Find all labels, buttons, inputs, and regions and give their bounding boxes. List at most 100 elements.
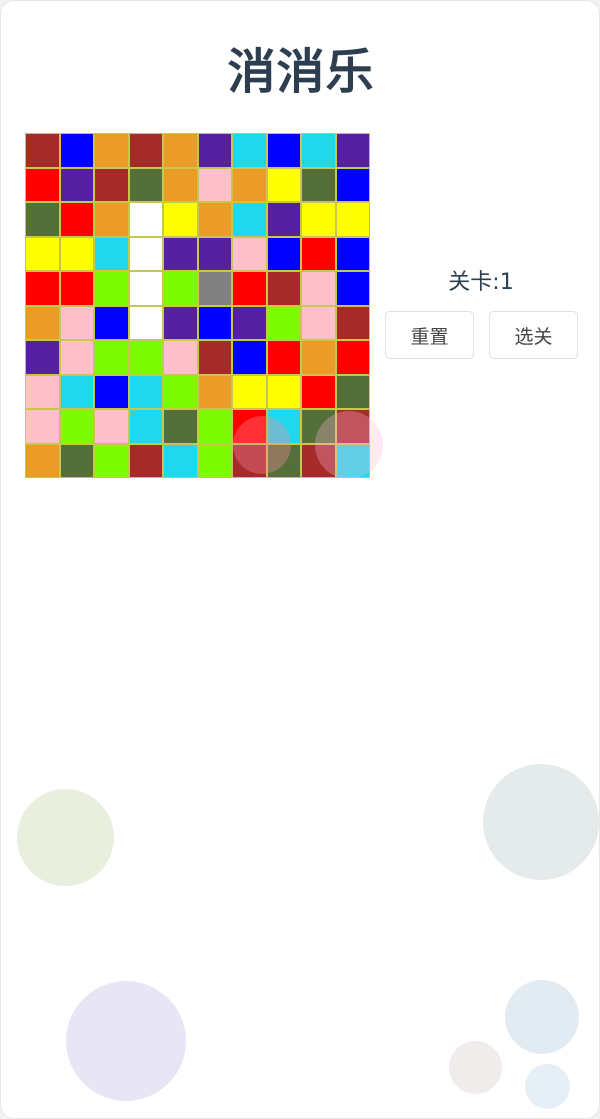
board-tile[interactable] [128, 133, 163, 168]
board-tile[interactable] [128, 409, 163, 444]
board-tile[interactable] [266, 409, 301, 444]
board-tile[interactable] [266, 305, 301, 340]
board-tile[interactable] [25, 236, 60, 271]
board-tile[interactable] [197, 340, 232, 375]
board-tile[interactable] [163, 305, 198, 340]
board-tile[interactable] [128, 202, 163, 237]
board-tile[interactable] [266, 271, 301, 306]
board-tile[interactable] [25, 202, 60, 237]
board-tile[interactable] [197, 167, 232, 202]
board-tile[interactable] [197, 305, 232, 340]
board-tile[interactable] [59, 202, 94, 237]
board-tile[interactable] [266, 374, 301, 409]
board-tile[interactable] [94, 374, 129, 409]
board-tile[interactable] [232, 133, 267, 168]
board-tile[interactable] [94, 443, 129, 478]
board-tile[interactable] [197, 236, 232, 271]
board-tile[interactable] [163, 340, 198, 375]
board-tile[interactable] [197, 374, 232, 409]
board-tile[interactable] [25, 305, 60, 340]
board-tile[interactable] [335, 202, 370, 237]
board-tile[interactable] [335, 271, 370, 306]
board-tile[interactable] [59, 340, 94, 375]
board-tile[interactable] [128, 374, 163, 409]
board-tile[interactable] [301, 167, 336, 202]
board-tile[interactable] [335, 340, 370, 375]
board-tile[interactable] [197, 202, 232, 237]
board-tile[interactable] [128, 305, 163, 340]
board-tile[interactable] [301, 202, 336, 237]
board-tile[interactable] [335, 443, 370, 478]
board-tile[interactable] [128, 271, 163, 306]
board-tile[interactable] [301, 409, 336, 444]
board-tile[interactable] [25, 443, 60, 478]
board-tile[interactable] [232, 409, 267, 444]
board-tile[interactable] [94, 271, 129, 306]
board-tile[interactable] [232, 271, 267, 306]
board-tile[interactable] [266, 133, 301, 168]
board-tile[interactable] [335, 305, 370, 340]
board-tile[interactable] [232, 374, 267, 409]
board-tile[interactable] [128, 443, 163, 478]
board-tile[interactable] [266, 340, 301, 375]
board-tile[interactable] [232, 236, 267, 271]
board-tile[interactable] [301, 271, 336, 306]
board-tile[interactable] [232, 305, 267, 340]
board-tile[interactable] [59, 409, 94, 444]
board-tile[interactable] [94, 133, 129, 168]
reset-button[interactable]: 重置 [385, 311, 474, 359]
select-level-button[interactable]: 选关 [489, 311, 578, 359]
board-tile[interactable] [128, 340, 163, 375]
board-tile[interactable] [301, 443, 336, 478]
board-tile[interactable] [335, 236, 370, 271]
board-tile[interactable] [335, 133, 370, 168]
board-tile[interactable] [266, 443, 301, 478]
board-tile[interactable] [301, 340, 336, 375]
board-tile[interactable] [94, 409, 129, 444]
board-tile[interactable] [197, 271, 232, 306]
board-tile[interactable] [59, 271, 94, 306]
board-tile[interactable] [59, 374, 94, 409]
board-tile[interactable] [266, 236, 301, 271]
board-tile[interactable] [25, 133, 60, 168]
board-tile[interactable] [94, 167, 129, 202]
board-tile[interactable] [232, 340, 267, 375]
board-tile[interactable] [94, 202, 129, 237]
board-tile[interactable] [232, 443, 267, 478]
board-tile[interactable] [232, 202, 267, 237]
board-tile[interactable] [163, 409, 198, 444]
board-tile[interactable] [301, 236, 336, 271]
board-tile[interactable] [59, 236, 94, 271]
board-tile[interactable] [232, 167, 267, 202]
board-tile[interactable] [25, 374, 60, 409]
board-tile[interactable] [25, 340, 60, 375]
board-tile[interactable] [266, 202, 301, 237]
game-board[interactable] [25, 133, 370, 478]
board-tile[interactable] [94, 340, 129, 375]
board-tile[interactable] [335, 374, 370, 409]
board-tile[interactable] [25, 271, 60, 306]
board-tile[interactable] [163, 271, 198, 306]
board-tile[interactable] [301, 374, 336, 409]
board-tile[interactable] [163, 374, 198, 409]
board-tile[interactable] [59, 305, 94, 340]
board-tile[interactable] [163, 236, 198, 271]
board-tile[interactable] [128, 167, 163, 202]
board-tile[interactable] [59, 167, 94, 202]
board-tile[interactable] [197, 133, 232, 168]
board-tile[interactable] [163, 443, 198, 478]
board-tile[interactable] [128, 236, 163, 271]
board-tile[interactable] [59, 443, 94, 478]
board-tile[interactable] [197, 409, 232, 444]
board-tile[interactable] [335, 409, 370, 444]
board-tile[interactable] [25, 409, 60, 444]
board-tile[interactable] [197, 443, 232, 478]
board-tile[interactable] [163, 133, 198, 168]
board-tile[interactable] [59, 133, 94, 168]
board-tile[interactable] [163, 202, 198, 237]
board-tile[interactable] [94, 236, 129, 271]
board-tile[interactable] [25, 167, 60, 202]
board-tile[interactable] [163, 167, 198, 202]
board-tile[interactable] [94, 305, 129, 340]
board-tile[interactable] [266, 167, 301, 202]
